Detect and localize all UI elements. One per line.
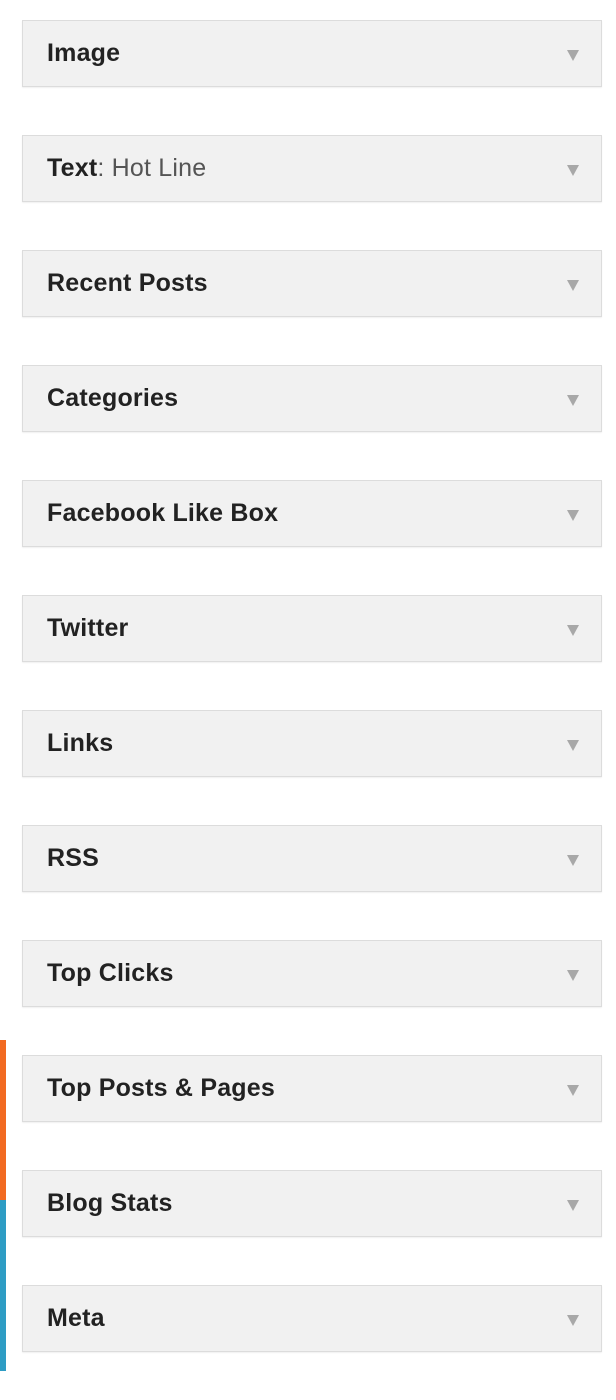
arrow-down-icon[interactable] [567,855,579,866]
widget-image[interactable]: Image [22,20,602,87]
arrow-down-icon[interactable] [567,165,579,176]
widget-title: Facebook Like Box [47,499,279,527]
widget-categories[interactable]: Categories [22,365,602,432]
widget-top-posts-pages[interactable]: Top Posts & Pages [22,1055,602,1122]
widget-title: Text: Hot Line [47,154,207,182]
arrow-down-icon[interactable] [567,740,579,751]
widget-title: Blog Stats [47,1189,173,1217]
arrow-down-icon[interactable] [567,510,579,521]
accent-bar-blue [0,1200,6,1371]
arrow-down-icon[interactable] [567,970,579,981]
widget-title: Top Posts & Pages [47,1074,275,1102]
widget-title: Meta [47,1304,105,1332]
arrow-down-icon[interactable] [567,625,579,636]
arrow-down-icon[interactable] [567,280,579,291]
widget-top-clicks[interactable]: Top Clicks [22,940,602,1007]
arrow-down-icon[interactable] [567,50,579,61]
arrow-down-icon[interactable] [567,1085,579,1096]
widget-title: Recent Posts [47,269,208,297]
arrow-down-icon[interactable] [567,1315,579,1326]
widget-twitter[interactable]: Twitter [22,595,602,662]
widget-facebook-like-box[interactable]: Facebook Like Box [22,480,602,547]
widget-meta[interactable]: Meta [22,1285,602,1352]
widget-links[interactable]: Links [22,710,602,777]
widget-title: RSS [47,844,100,872]
widget-title: Top Clicks [47,959,174,987]
widget-title: Image [47,39,121,67]
widget-rss[interactable]: RSS [22,825,602,892]
widget-title: Twitter [47,614,129,642]
widget-blog-stats[interactable]: Blog Stats [22,1170,602,1237]
arrow-down-icon[interactable] [567,395,579,406]
widget-recent-posts[interactable]: Recent Posts [22,250,602,317]
widget-list: Image Text: Hot Line Recent Posts Catego… [22,20,602,1400]
accent-bar-orange [0,1040,6,1200]
widget-text-hot-line[interactable]: Text: Hot Line [22,135,602,202]
arrow-down-icon[interactable] [567,1200,579,1211]
widget-title: Categories [47,384,179,412]
widget-title: Links [47,729,114,757]
